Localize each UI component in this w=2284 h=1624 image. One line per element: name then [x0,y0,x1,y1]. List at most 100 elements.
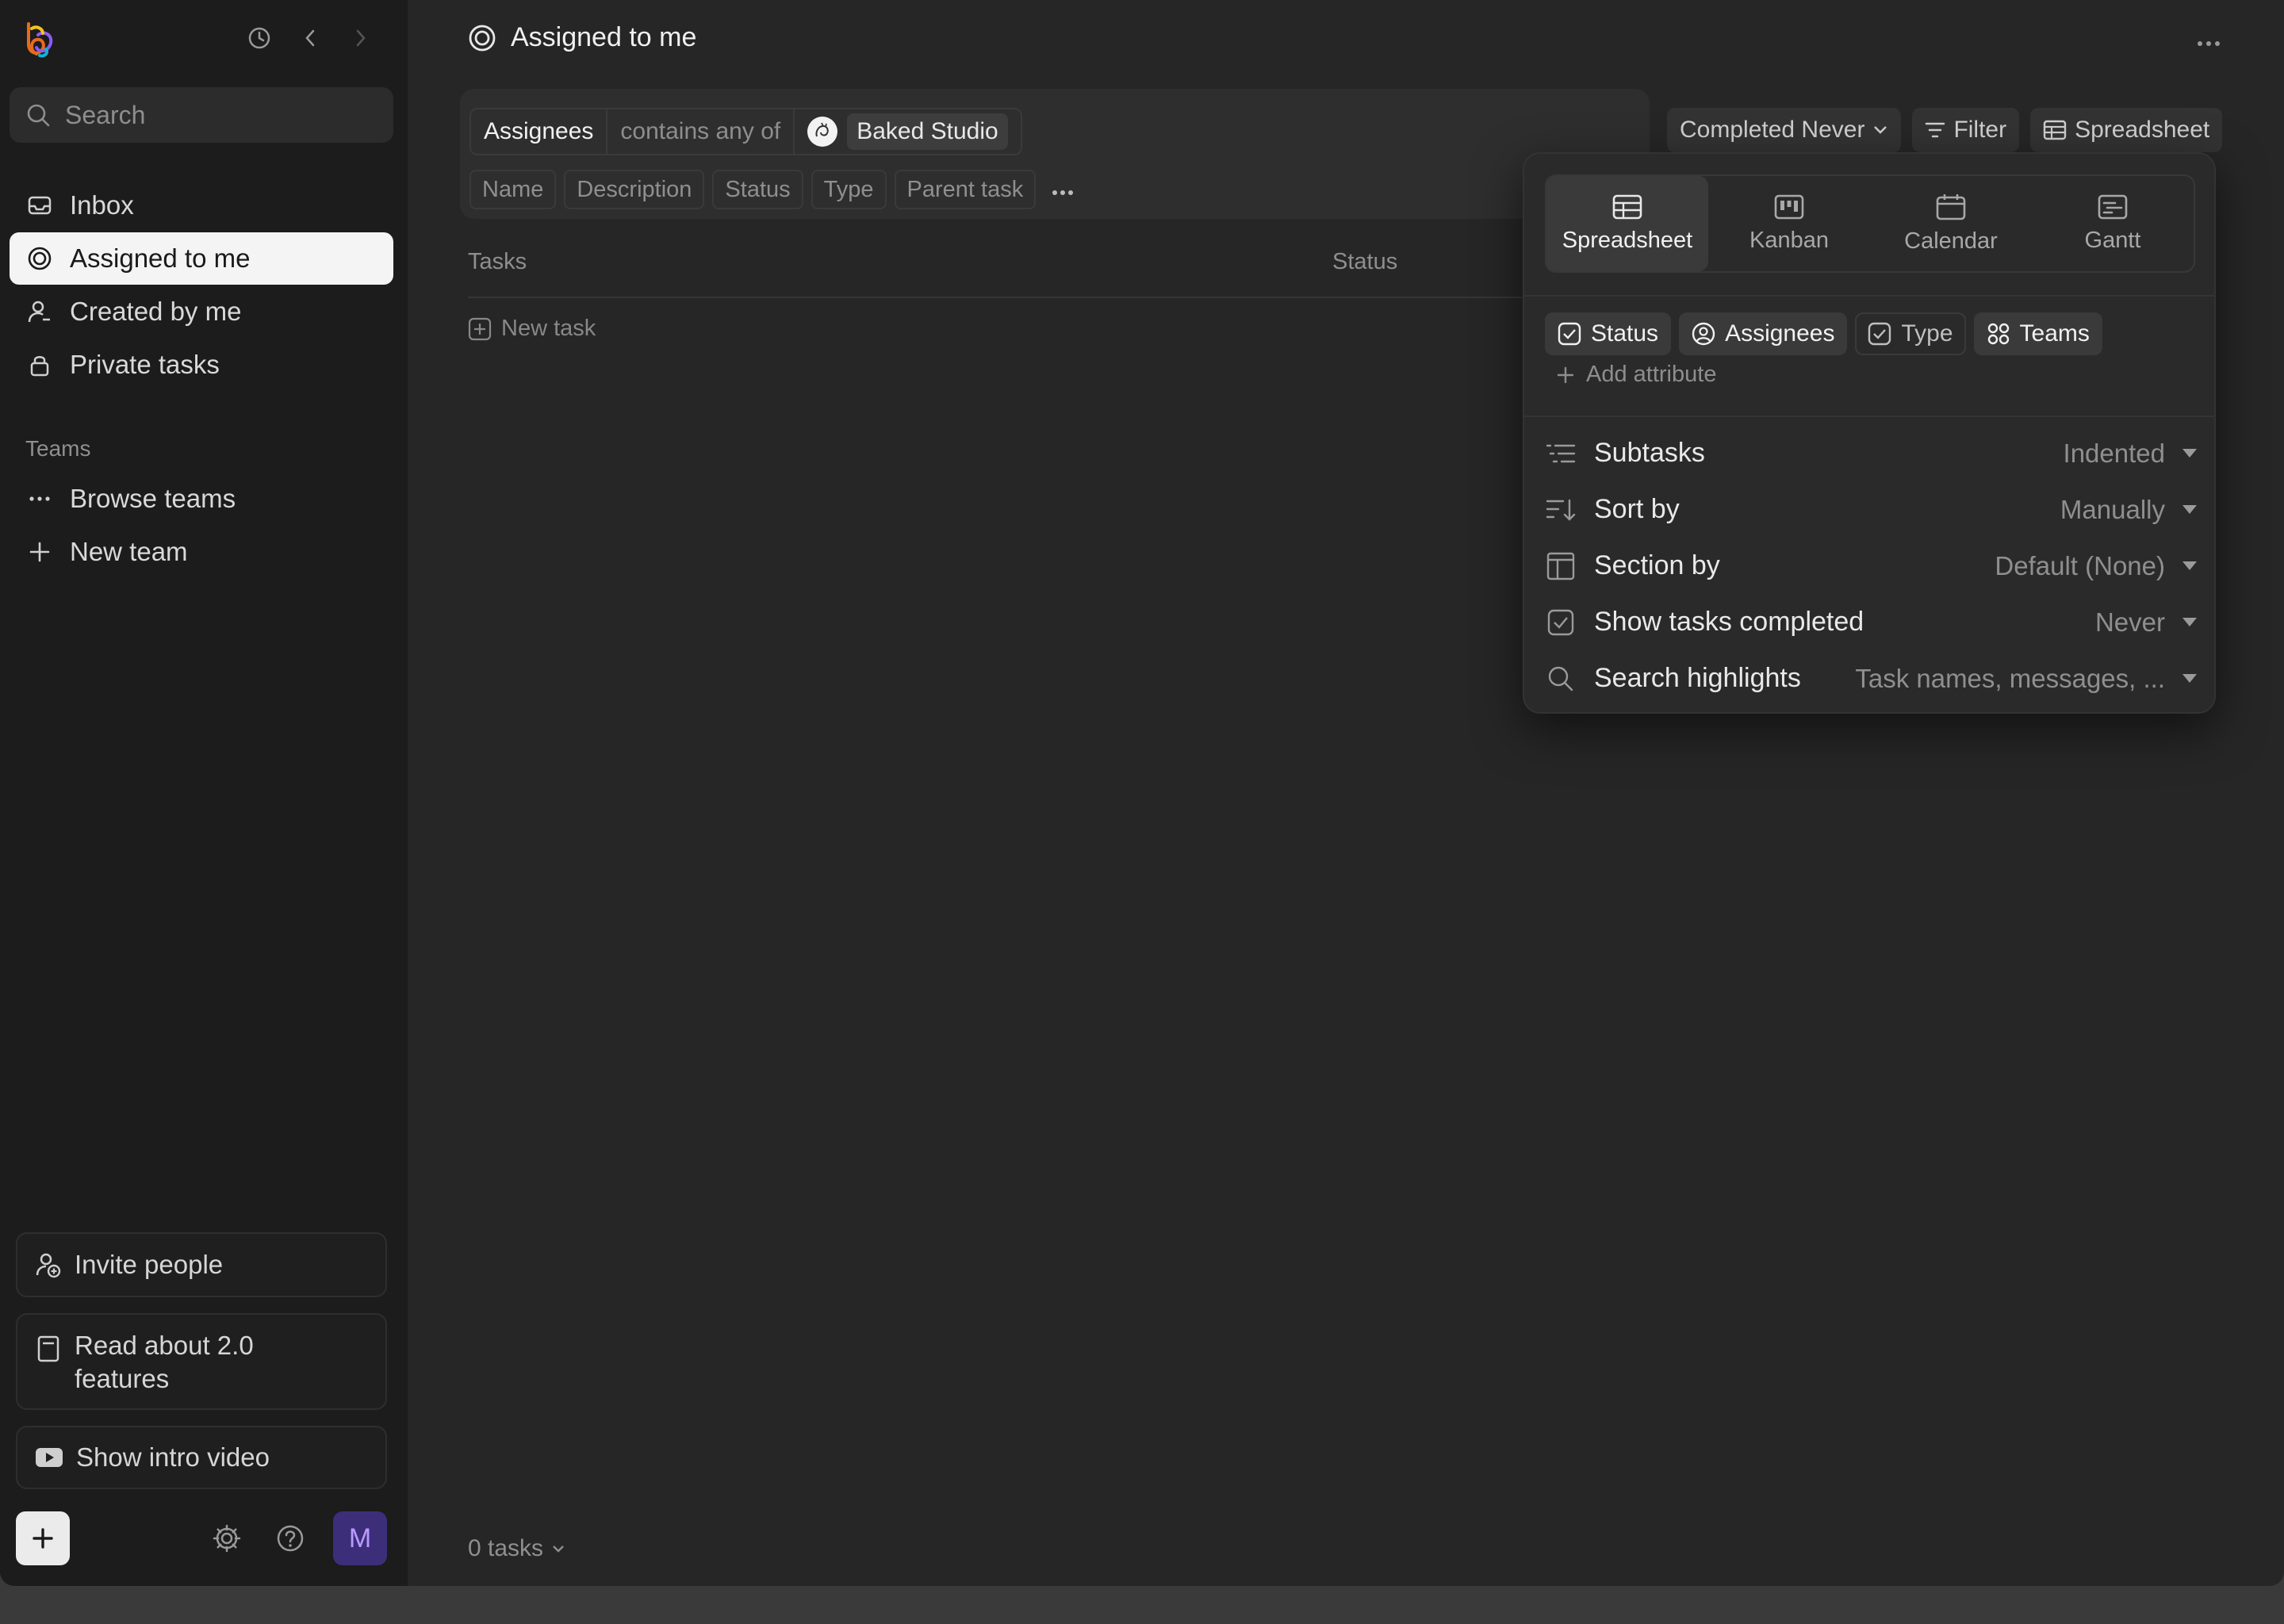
chevron-down-icon [1874,126,1887,134]
task-count-button[interactable]: 0 tasks [468,1535,565,1562]
column-chip-status[interactable]: Status [712,170,803,209]
sidebar-item-created-by-me[interactable]: Created by me [10,285,393,338]
assignee-filter[interactable]: Assignees contains any of Baked Studio [469,108,1022,155]
grid-icon [1987,323,2009,345]
setting-subtasks[interactable]: Subtasks Indented [1545,425,2197,481]
column-chip-name[interactable]: Name [469,170,557,209]
history-icon[interactable] [246,22,273,54]
setting-value-dropdown[interactable]: Indented [2064,439,2197,469]
more-columns-icon[interactable] [1052,176,1074,203]
caret-down-icon [2182,674,2197,683]
tab-calendar[interactable]: Calendar [1870,176,2032,271]
intro-video-label: Show intro video [76,1442,270,1472]
search-placeholder: Search [65,100,146,129]
search-input[interactable]: Search [10,87,393,143]
completed-filter-label: Completed Never [1680,117,1865,143]
attribute-type-toggle[interactable]: Type [1855,312,1966,355]
invite-people-label: Invite people [75,1250,224,1279]
read-features-label: Read about 2.0 features [75,1331,254,1393]
user-circle-icon [1692,322,1715,346]
column-header-tasks[interactable]: Tasks [468,249,527,275]
tab-gantt[interactable]: Gantt [2032,176,2194,271]
attribute-status-toggle[interactable]: Status [1545,312,1672,355]
setting-show-tasks-completed[interactable]: Show tasks completed Never [1545,594,2197,650]
setting-value-dropdown[interactable]: Never [2095,607,2197,638]
setting-value: Never [2094,607,2165,637]
sidebar-item-inbox[interactable]: Inbox [10,179,393,232]
setting-label: Show tasks completed [1594,607,1864,637]
tab-label: Calendar [1904,228,1998,254]
sidebar-item-private-tasks[interactable]: Private tasks [10,339,393,391]
checkbox-icon [1558,322,1581,346]
tab-kanban[interactable]: Kanban [1708,176,1870,271]
sidebar-item-new-team[interactable]: New team [10,526,393,578]
attribute-teams-toggle[interactable]: Teams [1973,312,2102,355]
divider [1524,416,2214,417]
column-chip-parent-task[interactable]: Parent task [894,170,1037,209]
column-header-status[interactable]: Status [1332,249,1397,275]
video-icon [36,1448,63,1467]
attribute-assignees-toggle[interactable]: Assignees [1679,312,1848,355]
sidebar-item-label: New team [70,537,188,566]
column-chip-description[interactable]: Description [564,170,705,209]
setting-value-dropdown[interactable]: Task names, messages, ... [1855,664,2197,694]
teams-nav: Browse teams New team [10,473,393,579]
app-window: Search Inbox Assigned to me Created by m… [0,0,2284,1586]
attribute-label: Type [1901,320,1953,347]
filter-field[interactable]: Assignees [471,109,608,154]
sidebar-footer: M [16,1511,387,1565]
setting-search-highlights[interactable]: Search highlights Task names, messages, … [1545,650,2197,707]
tab-label: Gantt [2084,227,2141,253]
gear-icon[interactable] [206,1518,247,1559]
invite-people-button[interactable]: Invite people [16,1232,387,1297]
setting-label: Subtasks [1594,438,1705,468]
column-chip-type[interactable]: Type [811,170,887,209]
setting-value-dropdown[interactable]: Default (None) [1995,551,2197,581]
spreadsheet-icon [1612,194,1642,219]
inbox-icon [25,191,54,220]
book-icon [37,1335,59,1362]
ellipsis-icon [25,485,54,513]
new-task-label: New task [501,316,596,341]
add-user-icon [36,1253,61,1278]
calendar-icon [1936,193,1966,220]
filter-value[interactable]: Baked Studio [795,109,1020,154]
setting-value-dropdown[interactable]: Manually [2060,495,2197,525]
checkbox-icon [1545,607,1577,638]
sidebar-item-label: Browse teams [70,484,236,513]
back-arrow-icon[interactable] [297,22,324,54]
app-logo-icon[interactable] [22,21,57,59]
sidebar-item-label: Private tasks [70,350,220,379]
attribute-toggles: Status Assignees Type Teams [1545,312,2102,355]
setting-value: Indented [2063,438,2165,468]
setting-section-by[interactable]: Section by Default (None) [1545,538,2197,594]
lock-icon [25,350,54,379]
sidebar-item-browse-teams[interactable]: Browse teams [10,473,393,525]
completed-filter-button[interactable]: Completed Never [1667,108,1902,152]
read-features-button[interactable]: Read about 2.0 features [16,1313,387,1410]
filter-operator[interactable]: contains any of [607,109,795,154]
filter-button[interactable]: Filter [1912,108,2020,152]
caret-down-icon [2182,505,2197,514]
forward-arrow-icon[interactable] [347,22,374,54]
sidebar-item-assigned-to-me[interactable]: Assigned to me [10,232,393,285]
setting-value: Default (None) [1995,550,2165,580]
create-button[interactable] [16,1511,70,1565]
more-options-icon[interactable] [2197,24,2221,55]
view-type-tabs: Spreadsheet Kanban Calendar Gantt [1545,174,2195,273]
avatar[interactable]: M [333,1511,387,1565]
caret-down-icon [2182,618,2197,626]
view-switcher-button[interactable]: Spreadsheet [2030,108,2223,152]
caret-down-icon [2182,561,2197,570]
new-task-button[interactable]: New task [468,316,596,342]
setting-sort-by[interactable]: Sort by Manually [1545,481,2197,538]
filter-button-label: Filter [1953,117,2007,143]
tab-spreadsheet[interactable]: Spreadsheet [1546,176,1708,271]
help-icon[interactable] [270,1518,311,1559]
intro-video-button[interactable]: Show intro video [16,1426,387,1489]
add-attribute-button[interactable]: Add attribute [1556,362,1716,388]
view-settings-popover: Spreadsheet Kanban Calendar Gantt Status [1523,152,2216,714]
setting-value: Task names, messages, ... [1855,663,2165,693]
indent-list-icon [1545,438,1577,469]
view-switcher-label: Spreadsheet [2075,117,2210,143]
